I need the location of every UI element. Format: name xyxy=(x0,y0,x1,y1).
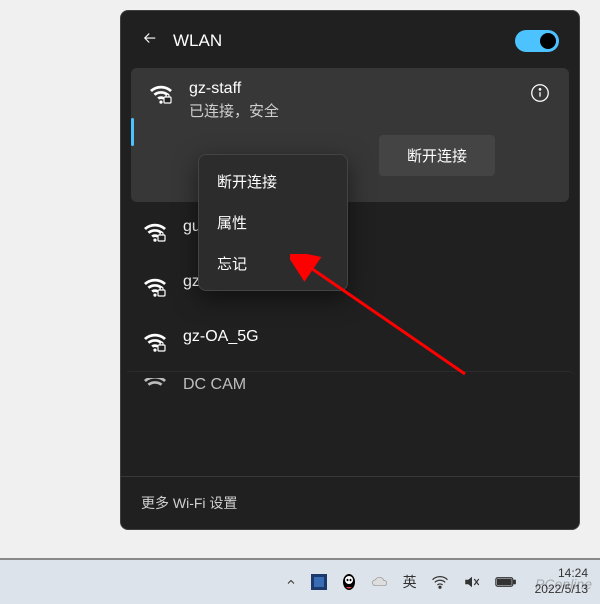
more-wifi-settings-link[interactable]: 更多 Wi-Fi 设置 xyxy=(121,476,579,529)
network-item[interactable]: gz-OA_5G xyxy=(125,316,575,371)
network-item-active[interactable]: gz-staff 已连接，安全 断开连接 xyxy=(131,68,569,202)
network-name: gz-OA_5G xyxy=(183,328,557,346)
disconnect-button[interactable]: 断开连接 xyxy=(379,135,495,176)
network-status: 已连接，安全 xyxy=(189,100,513,121)
wifi-tray-icon[interactable] xyxy=(431,575,449,589)
taskbar: 英 14:24 2022/5/13 xyxy=(0,558,600,604)
taskbar-clock[interactable]: 14:24 2022/5/13 xyxy=(535,566,588,597)
info-icon[interactable] xyxy=(529,82,551,109)
tray-qq-icon[interactable] xyxy=(341,573,357,591)
volume-mute-icon[interactable] xyxy=(463,574,481,590)
tray-overflow-chevron-icon[interactable] xyxy=(285,576,297,588)
menu-item-disconnect[interactable]: 断开连接 xyxy=(199,161,347,202)
wifi-icon xyxy=(143,378,167,401)
system-tray: 英 xyxy=(285,572,517,592)
panel-title: WLAN xyxy=(173,31,501,51)
wlan-toggle[interactable] xyxy=(515,30,559,52)
panel-header: WLAN xyxy=(121,11,579,64)
network-item[interactable]: gue xyxy=(125,206,575,261)
date-text: 2022/5/13 xyxy=(535,582,588,598)
wifi-secure-icon xyxy=(149,82,173,111)
time-text: 14:24 xyxy=(558,566,588,582)
network-item[interactable]: gz-OA xyxy=(125,261,575,316)
network-context-menu: 断开连接 属性 忘记 xyxy=(198,154,348,291)
network-name: DC CAM xyxy=(183,376,557,394)
cloud-icon[interactable] xyxy=(371,575,389,589)
tray-app-icon[interactable] xyxy=(311,574,327,590)
back-arrow-icon[interactable] xyxy=(141,29,159,52)
menu-item-properties[interactable]: 属性 xyxy=(199,202,347,243)
wlan-quick-panel: WLAN gz-staff 已连接，安全 断开连接 xyxy=(120,10,580,530)
wifi-secure-icon xyxy=(143,220,167,249)
menu-item-forget[interactable]: 忘记 xyxy=(199,243,347,284)
active-indicator xyxy=(131,118,134,146)
toggle-knob xyxy=(540,33,556,49)
network-list: gz-staff 已连接，安全 断开连接 gue gz-OA xyxy=(121,68,579,401)
wifi-secure-icon xyxy=(143,275,167,304)
network-item[interactable]: DC CAM xyxy=(125,371,575,401)
wifi-secure-icon xyxy=(143,330,167,359)
network-name: gz-staff xyxy=(189,80,513,98)
battery-icon[interactable] xyxy=(495,575,517,589)
ime-indicator[interactable]: 英 xyxy=(403,572,417,592)
